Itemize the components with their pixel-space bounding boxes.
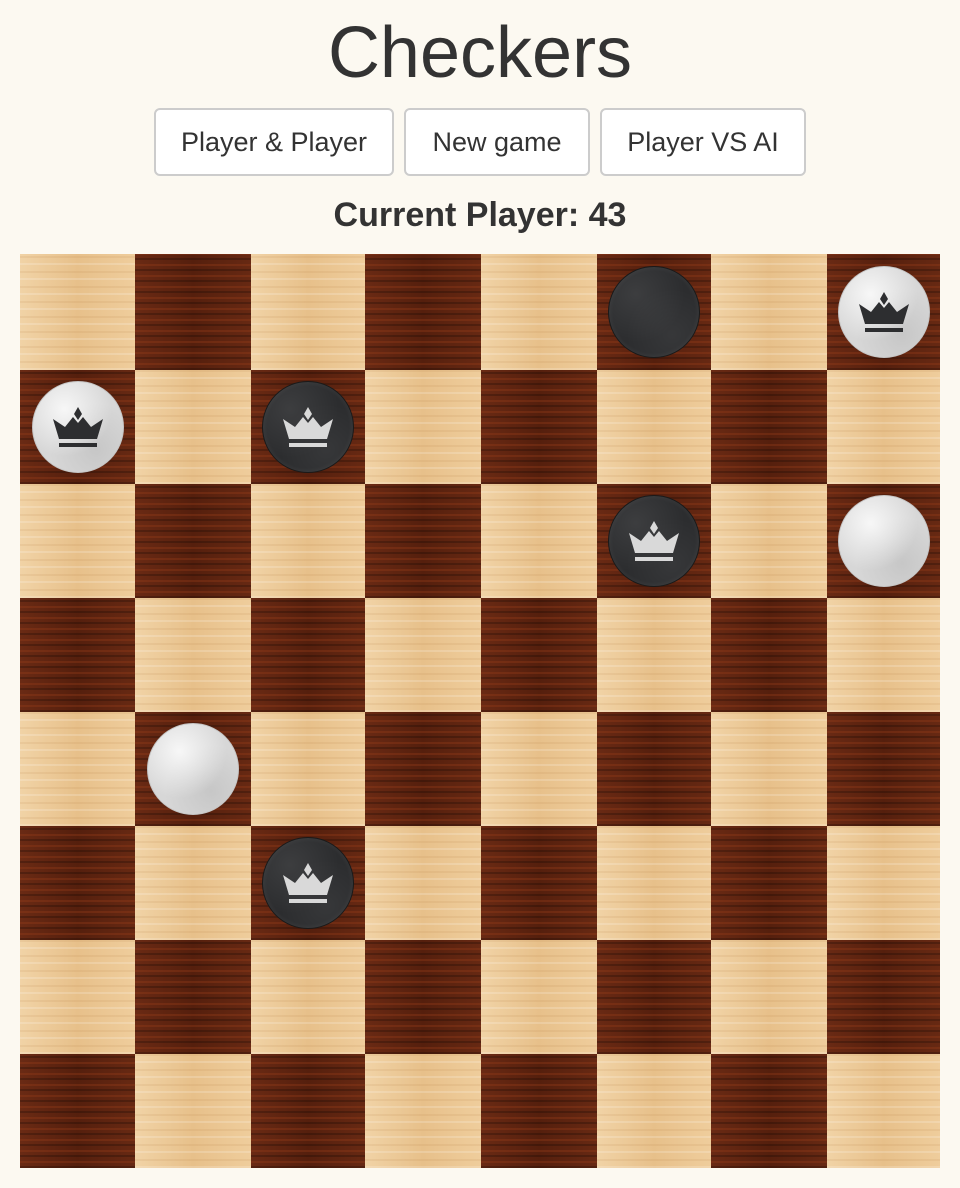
board-square-2-2[interactable] — [251, 484, 365, 598]
board-square-7-1[interactable] — [135, 1054, 251, 1168]
board-square-5-4[interactable] — [481, 826, 597, 940]
white-king-piece[interactable] — [31, 381, 124, 473]
board-square-1-3[interactable] — [365, 370, 481, 484]
board-square-7-0[interactable] — [20, 1054, 135, 1168]
board-square-3-7[interactable] — [827, 598, 940, 712]
board-square-2-5[interactable] — [597, 484, 711, 598]
board-square-4-4[interactable] — [481, 712, 597, 826]
board-square-0-7[interactable] — [827, 254, 940, 370]
board-square-6-6[interactable] — [711, 940, 827, 1054]
board-square-3-6[interactable] — [711, 598, 827, 712]
board-square-7-7[interactable] — [827, 1054, 940, 1168]
checkers-page: Checkers Player & Player New game Player… — [0, 0, 960, 1188]
board-square-3-5[interactable] — [597, 598, 711, 712]
board-square-6-0[interactable] — [20, 940, 135, 1054]
board-square-0-4[interactable] — [481, 254, 597, 370]
mode-toolbar: Player & Player New game Player VS AI — [0, 108, 960, 176]
board-square-5-2[interactable] — [251, 826, 365, 940]
board-square-7-4[interactable] — [481, 1054, 597, 1168]
crown-icon — [629, 521, 679, 561]
board-square-5-6[interactable] — [711, 826, 827, 940]
board-square-1-6[interactable] — [711, 370, 827, 484]
board-square-3-4[interactable] — [481, 598, 597, 712]
new-game-button[interactable]: New game — [404, 108, 590, 176]
board-square-7-2[interactable] — [251, 1054, 365, 1168]
crown-icon — [283, 407, 333, 447]
board-square-3-1[interactable] — [135, 598, 251, 712]
crown-icon — [52, 407, 103, 447]
black-king-piece[interactable] — [262, 381, 354, 473]
board-square-0-1[interactable] — [135, 254, 251, 370]
crown-icon — [283, 863, 333, 903]
board-square-2-6[interactable] — [711, 484, 827, 598]
player-vs-ai-button[interactable]: Player VS AI — [600, 108, 806, 176]
board-square-4-5[interactable] — [597, 712, 711, 826]
board-square-4-0[interactable] — [20, 712, 135, 826]
board-square-1-1[interactable] — [135, 370, 251, 484]
white-piece[interactable] — [147, 723, 239, 815]
board-square-2-0[interactable] — [20, 484, 135, 598]
board-square-0-5[interactable] — [597, 254, 711, 370]
black-king-piece[interactable] — [262, 837, 354, 929]
checkers-board — [20, 254, 940, 1168]
board-square-6-3[interactable] — [365, 940, 481, 1054]
board-square-0-2[interactable] — [251, 254, 365, 370]
white-piece[interactable] — [837, 495, 930, 587]
board-square-1-7[interactable] — [827, 370, 940, 484]
board-square-3-2[interactable] — [251, 598, 365, 712]
board-square-2-1[interactable] — [135, 484, 251, 598]
board-square-6-4[interactable] — [481, 940, 597, 1054]
board-square-6-7[interactable] — [827, 940, 940, 1054]
board-square-6-1[interactable] — [135, 940, 251, 1054]
board-square-4-7[interactable] — [827, 712, 940, 826]
board-square-0-0[interactable] — [20, 254, 135, 370]
board-square-5-5[interactable] — [597, 826, 711, 940]
board-square-4-3[interactable] — [365, 712, 481, 826]
board-square-6-5[interactable] — [597, 940, 711, 1054]
board-square-5-3[interactable] — [365, 826, 481, 940]
board-square-5-1[interactable] — [135, 826, 251, 940]
board-square-4-6[interactable] — [711, 712, 827, 826]
board-square-0-6[interactable] — [711, 254, 827, 370]
board-square-0-3[interactable] — [365, 254, 481, 370]
board-square-5-0[interactable] — [20, 826, 135, 940]
board-square-7-5[interactable] — [597, 1054, 711, 1168]
board-square-1-4[interactable] — [481, 370, 597, 484]
board-square-4-2[interactable] — [251, 712, 365, 826]
board-square-7-3[interactable] — [365, 1054, 481, 1168]
crown-icon — [858, 292, 909, 332]
board-square-2-4[interactable] — [481, 484, 597, 598]
board-square-5-7[interactable] — [827, 826, 940, 940]
board-square-3-0[interactable] — [20, 598, 135, 712]
black-piece[interactable] — [608, 266, 700, 358]
board-square-6-2[interactable] — [251, 940, 365, 1054]
white-king-piece[interactable] — [837, 266, 930, 358]
board-square-2-3[interactable] — [365, 484, 481, 598]
board-square-1-5[interactable] — [597, 370, 711, 484]
page-title: Checkers — [327, 13, 633, 93]
board-square-3-3[interactable] — [365, 598, 481, 712]
board-square-1-0[interactable] — [20, 370, 135, 484]
black-king-piece[interactable] — [608, 495, 700, 587]
board-square-4-1[interactable] — [135, 712, 251, 826]
current-player-status: Current Player: 43 — [333, 196, 627, 234]
player-vs-player-button[interactable]: Player & Player — [154, 108, 394, 176]
board-square-2-7[interactable] — [827, 484, 940, 598]
board-square-1-2[interactable] — [251, 370, 365, 484]
board-square-7-6[interactable] — [711, 1054, 827, 1168]
